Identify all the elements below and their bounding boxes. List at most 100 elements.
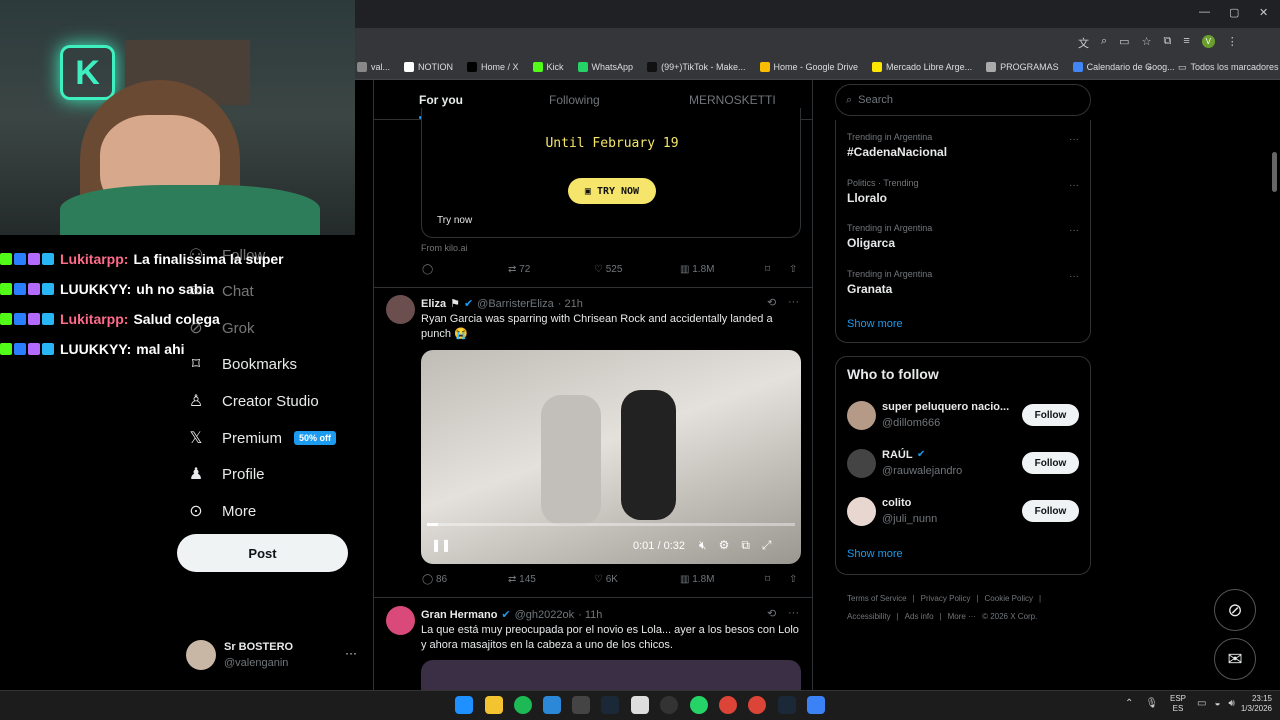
post-button[interactable]: Post (177, 534, 348, 572)
nav-premium[interactable]: 𝕏 Premium 50% off (186, 428, 337, 448)
app-icon[interactable] (660, 696, 678, 714)
tweet-video[interactable]: ❚❚ 0:01 / 0:32 🔇︎ ⚙ ⧉ ⤢ (421, 350, 801, 564)
page-scrollbar[interactable] (1272, 152, 1277, 192)
tab-following[interactable]: Following (549, 93, 600, 107)
tweet-author-name[interactable]: Eliza (421, 298, 446, 310)
spotify-icon[interactable] (514, 696, 532, 714)
ad-try-now-link[interactable]: Try now (437, 215, 472, 226)
tab-mernosketti[interactable]: MERNOSKETTI (689, 93, 776, 107)
reply-icon[interactable]: ◯ (422, 264, 433, 275)
views-button[interactable]: ▥ 1.8M (680, 574, 714, 585)
share-icon[interactable]: ⇧ (789, 574, 797, 585)
fullscreen-icon[interactable]: ⤢ (762, 538, 772, 553)
trend-item[interactable]: Trending in Argentina Granata ··· (847, 269, 1079, 315)
tweet-time[interactable]: · 11h (578, 609, 602, 621)
network-icon[interactable]: ◒ (1214, 698, 1220, 709)
avatar[interactable] (847, 401, 876, 430)
language-indicator[interactable]: ESP ES (1170, 694, 1186, 714)
follow-suggestion[interactable]: super peluquero nacio... @dillom666 Follow (847, 399, 1082, 447)
start-icon[interactable] (455, 696, 473, 714)
ad-media-card[interactable]: Until February 19 ▣ TRY NOW Try now (421, 108, 801, 238)
wtf-show-more[interactable]: Show more (847, 548, 903, 560)
tweet-more-icon[interactable]: ··· (788, 296, 799, 308)
media-icon[interactable]: ≡ (1183, 35, 1189, 51)
nav-creator-studio[interactable]: ♙ Creator Studio (186, 391, 319, 411)
bookmark-item[interactable]: (99+)TikTok - Make... (647, 62, 746, 72)
grok-float-button[interactable]: ⊘ (1214, 589, 1256, 631)
bookmarks-overflow-icon[interactable]: » (1147, 62, 1152, 72)
store-icon[interactable] (543, 696, 561, 714)
grok-explain-icon[interactable]: ⟲ (767, 607, 776, 620)
footer-link[interactable]: Cookie Policy (985, 590, 1033, 608)
nav-profile[interactable]: ♟ Profile (186, 464, 265, 484)
footer-link[interactable]: © 2026 X Corp. (982, 608, 1037, 626)
trend-more-icon[interactable]: ··· (1069, 180, 1079, 191)
trend-item[interactable]: Trending in Argentina #CadenaNacional ··· (847, 132, 1079, 178)
pip-icon[interactable]: ⧉ (741, 538, 750, 553)
steam-icon[interactable] (778, 696, 796, 714)
tab-for-you[interactable]: For you (419, 93, 463, 107)
account-avatar[interactable] (186, 640, 216, 670)
bookmark-item[interactable]: Home / X (467, 62, 519, 72)
maximize-icon[interactable]: ▢ (1229, 6, 1239, 19)
chrome-icon[interactable] (719, 696, 737, 714)
minimize-icon[interactable]: — (1199, 6, 1210, 18)
close-icon[interactable]: ✕ (1259, 6, 1268, 19)
profile-avatar-icon[interactable]: V (1201, 35, 1215, 48)
tweet-author-name[interactable]: Gran Hermano (421, 609, 497, 621)
footer-link[interactable]: Ads info (905, 608, 934, 626)
messages-float-button[interactable]: ✉ (1214, 638, 1256, 680)
all-bookmarks[interactable]: ▭ Todos los marcadores (1178, 62, 1279, 73)
tweet-more-icon[interactable]: ··· (788, 607, 799, 619)
bookmark-icon[interactable]: ⌑ (765, 264, 770, 275)
like-button[interactable]: ♡ 6K (594, 574, 618, 585)
microphone-icon[interactable]: 🎙︎ (1145, 698, 1158, 709)
account-menu-icon[interactable]: ··· (345, 646, 357, 660)
footer-link[interactable]: Accessibility (847, 608, 891, 626)
cast-icon[interactable]: ▭ (1119, 35, 1129, 51)
pause-icon[interactable]: ❚❚ (431, 538, 451, 552)
tweet-avatar[interactable] (386, 295, 415, 324)
trend-item[interactable]: Politics · Trending Lloralo ··· (847, 178, 1079, 224)
footer-link[interactable]: Terms of Service (847, 590, 907, 608)
capcut-icon[interactable] (631, 696, 649, 714)
ad-cta-button[interactable]: ▣ TRY NOW (568, 178, 656, 204)
trend-more-icon[interactable]: ··· (1069, 271, 1079, 282)
bookmark-item[interactable]: Mercado Libre Arge... (872, 62, 972, 72)
tweet-handle[interactable]: @gh2022ok (515, 609, 575, 621)
follow-suggestion[interactable]: colito @juli_nunn Follow (847, 495, 1082, 543)
avatar[interactable] (847, 449, 876, 478)
retweet-button[interactable]: ⇄ 145 (508, 574, 536, 585)
steam-icon[interactable] (601, 696, 619, 714)
trend-item[interactable]: Trending in Argentina Oligarca ··· (847, 223, 1079, 269)
avatar[interactable] (847, 497, 876, 526)
bookmark-item[interactable]: val... (357, 62, 390, 72)
extensions-icon[interactable]: ⧉ (1163, 35, 1171, 51)
tweet-avatar[interactable] (386, 606, 415, 635)
bookmark-item[interactable]: Calendario de Goog... (1072, 62, 1175, 72)
views-button[interactable]: ▥ 1.8M (680, 264, 714, 275)
ad-source[interactable]: From kilo.ai (421, 243, 468, 253)
tweet-time[interactable]: · 21h (558, 298, 583, 310)
nav-grok[interactable]: ⊘ Grok (186, 318, 254, 338)
follow-suggestion[interactable]: RAÚL @rauwalejandro Follow ✔ (847, 447, 1082, 495)
grok-explain-icon[interactable]: ⟲ (767, 296, 776, 309)
tweet-handle[interactable]: @BarristerEliza (477, 298, 554, 310)
bookmark-item[interactable]: NOTION (404, 62, 453, 72)
bookmark-item[interactable]: Home - Google Drive (759, 62, 858, 72)
nav-follow[interactable]: ⚇ Follow (186, 245, 266, 265)
trend-more-icon[interactable]: ··· (1069, 225, 1079, 236)
reply-button[interactable]: ◯ 86 (422, 574, 447, 585)
file-explorer-icon[interactable] (485, 696, 503, 714)
follow-button[interactable]: Follow (1022, 404, 1079, 426)
like-button[interactable]: ♡ 525 (594, 264, 622, 275)
chrome-icon[interactable] (748, 696, 766, 714)
whatsapp-icon[interactable] (690, 696, 708, 714)
search-input[interactable]: ⌕ Search (835, 84, 1091, 116)
follow-button[interactable]: Follow (1022, 452, 1079, 474)
mute-icon[interactable]: 🔇︎ (699, 538, 707, 553)
app-icon[interactable] (572, 696, 590, 714)
trend-more-icon[interactable]: ··· (1069, 134, 1079, 145)
bookmark-item[interactable]: Kick (532, 62, 564, 72)
display-icon[interactable]: ▭ (1197, 698, 1206, 709)
